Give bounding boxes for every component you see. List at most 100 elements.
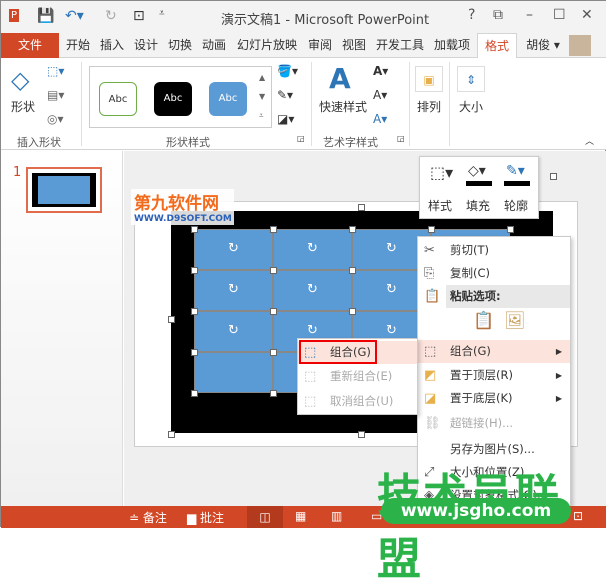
quick-styles-button[interactable]: 快速样式 [319,98,367,115]
resize-handle[interactable] [349,226,356,233]
tab-home[interactable]: 开始 [62,33,94,58]
edit-shape-icon[interactable]: ⬚▾ [47,64,64,78]
rotate-handle-icon[interactable]: ↻ [307,282,318,297]
rotate-handle-icon[interactable]: ↻ [386,241,397,256]
highlight-box [299,340,377,364]
paste-keep-text-icon[interactable]: 📋 [473,311,494,331]
mini-outline-button[interactable]: 轮廓 [504,197,528,214]
arrange-button[interactable]: 排列 [417,98,441,115]
collapse-ribbon-icon[interactable]: ︿ [585,134,594,147]
menu-item-copy[interactable]: ⎘ 复制(C) [418,262,570,285]
tab-animations[interactable]: 动画 [198,33,230,58]
tab-addins[interactable]: 加载项 [430,33,474,58]
regroup-icon: ⬚ [304,369,317,384]
resize-handle[interactable] [270,308,277,315]
tab-transitions[interactable]: 切换 [164,33,196,58]
maximize-button[interactable]: ☐ [553,7,566,23]
outline-icon[interactable]: ✎▾ [506,163,525,179]
tab-view[interactable]: 视图 [338,33,370,58]
reading-view-icon[interactable]: ▥ [331,509,342,523]
minimize-button[interactable]: – [526,7,533,23]
shape-effects-icon[interactable]: ◪▾ [277,112,294,126]
resize-handle[interactable] [507,226,514,233]
shape-style-3[interactable]: Abc [209,82,247,116]
close-button[interactable]: ✕ [581,7,593,23]
text-effects-icon[interactable]: A▾ [373,112,387,126]
user-account[interactable]: 胡俊 ▾ [521,33,565,58]
dialog-launcher-icon[interactable]: ◲ [297,134,305,143]
resize-handle[interactable] [428,226,435,233]
rotate-handle-icon[interactable]: ↻ [228,241,239,256]
resize-handle[interactable] [349,267,356,274]
undo-icon[interactable]: ↶▾ [65,8,84,24]
resize-handle[interactable] [358,431,365,438]
rotate-handle-icon[interactable]: ↻ [386,323,397,338]
mini-fill-button[interactable]: 填充 [466,197,490,214]
resize-handle[interactable] [270,390,277,397]
slide-thumbnail[interactable] [26,167,102,213]
link-icon: ⛓ [424,416,441,431]
comments-button[interactable]: ▆ 批注 [187,509,224,526]
text-outline-icon[interactable]: A▾ [373,88,387,102]
shapes-button[interactable]: 形状 [11,98,35,115]
style-icon[interactable]: ⬚▾ [430,163,453,182]
tab-insert[interactable]: 插入 [96,33,128,58]
menu-item-send-to-back[interactable]: ◪ 置于底层(K) ▶ [418,387,570,410]
menu-item-cut[interactable]: ✂ 剪切(T) [418,239,570,262]
resize-handle[interactable] [168,316,175,323]
merge-shapes-icon[interactable]: ◎▾ [47,112,64,126]
shape-fill-icon[interactable]: 🪣▾ [277,64,298,78]
help-button[interactable]: ? [468,7,475,23]
rotate-handle-icon[interactable]: ↻ [307,241,318,256]
tab-file[interactable]: 文件 [1,33,59,58]
text-fill-icon[interactable]: A▾ [373,64,388,78]
menu-item-save-as-picture[interactable]: 另存为图片(S)... [418,438,570,461]
rotate-handle-icon[interactable]: ↻ [307,323,318,338]
resize-handle[interactable] [191,267,198,274]
blue-rectangle-shape[interactable] [194,352,273,393]
paste-as-picture-icon[interactable]: 🖼 [504,311,526,331]
mini-style-button[interactable]: 样式 [428,197,452,214]
rotate-handle-icon[interactable]: ↻ [386,282,397,297]
resize-handle[interactable] [270,226,277,233]
resize-handle[interactable] [191,390,198,397]
tab-developer[interactable]: 开发工具 [372,33,428,58]
resize-handle[interactable] [270,267,277,274]
tab-format[interactable]: 格式 [477,33,517,59]
dialog-launcher-icon[interactable]: ◲ [397,134,405,143]
size-button[interactable]: 大小 [459,98,483,115]
resize-handle[interactable] [168,431,175,438]
customize-qat-icon[interactable]: ⩡ [159,8,165,19]
mini-toolbar: ⬚▾ 样式 ◇▾ 填充 ✎▾ 轮廓 [419,156,539,219]
menu-item-bring-to-front[interactable]: ◩ 置于顶层(R) ▶ [418,364,570,387]
tab-design[interactable]: 设计 [130,33,162,58]
resize-handle[interactable] [191,349,198,356]
fill-icon[interactable]: ◇▾ [468,163,486,179]
resize-handle[interactable] [349,308,356,315]
slideshow-icon[interactable]: ⊡ [133,8,145,24]
resize-handle[interactable] [191,308,198,315]
normal-view-icon[interactable]: ◫ [247,506,283,528]
gallery-scroll[interactable]: ▲ ▼ ⩡ [259,68,265,125]
slide-sorter-icon[interactable]: ▦ [295,509,306,523]
shape-style-2[interactable]: Abc [154,82,192,116]
rotate-handle-icon[interactable]: ↻ [228,323,239,338]
redo-icon[interactable]: ↻ [105,8,117,24]
group-label-shape-styles: 形状样式 [166,136,210,149]
menu-item-group[interactable]: ⬚ 组合(G) ▶ [418,340,570,363]
tab-slideshow[interactable]: 幻灯片放映 [232,33,302,58]
avatar[interactable] [569,35,591,56]
shape-style-1[interactable]: Abc [99,82,137,116]
bring-front-icon: ◩ [424,368,437,383]
text-box-icon[interactable]: ▤▾ [47,88,64,102]
shape-outline-icon[interactable]: ✎▾ [277,88,293,102]
ribbon-display-button[interactable]: ⧉ [493,7,503,23]
rotate-handle-icon[interactable]: ↻ [228,282,239,297]
notes-button[interactable]: ≐ 备注 [129,509,167,526]
resize-handle[interactable] [550,173,557,180]
resize-handle[interactable] [270,349,277,356]
resize-handle[interactable] [358,204,365,211]
tab-review[interactable]: 审阅 [304,33,336,58]
resize-handle[interactable] [191,226,198,233]
save-icon[interactable]: 💾 [37,8,54,24]
